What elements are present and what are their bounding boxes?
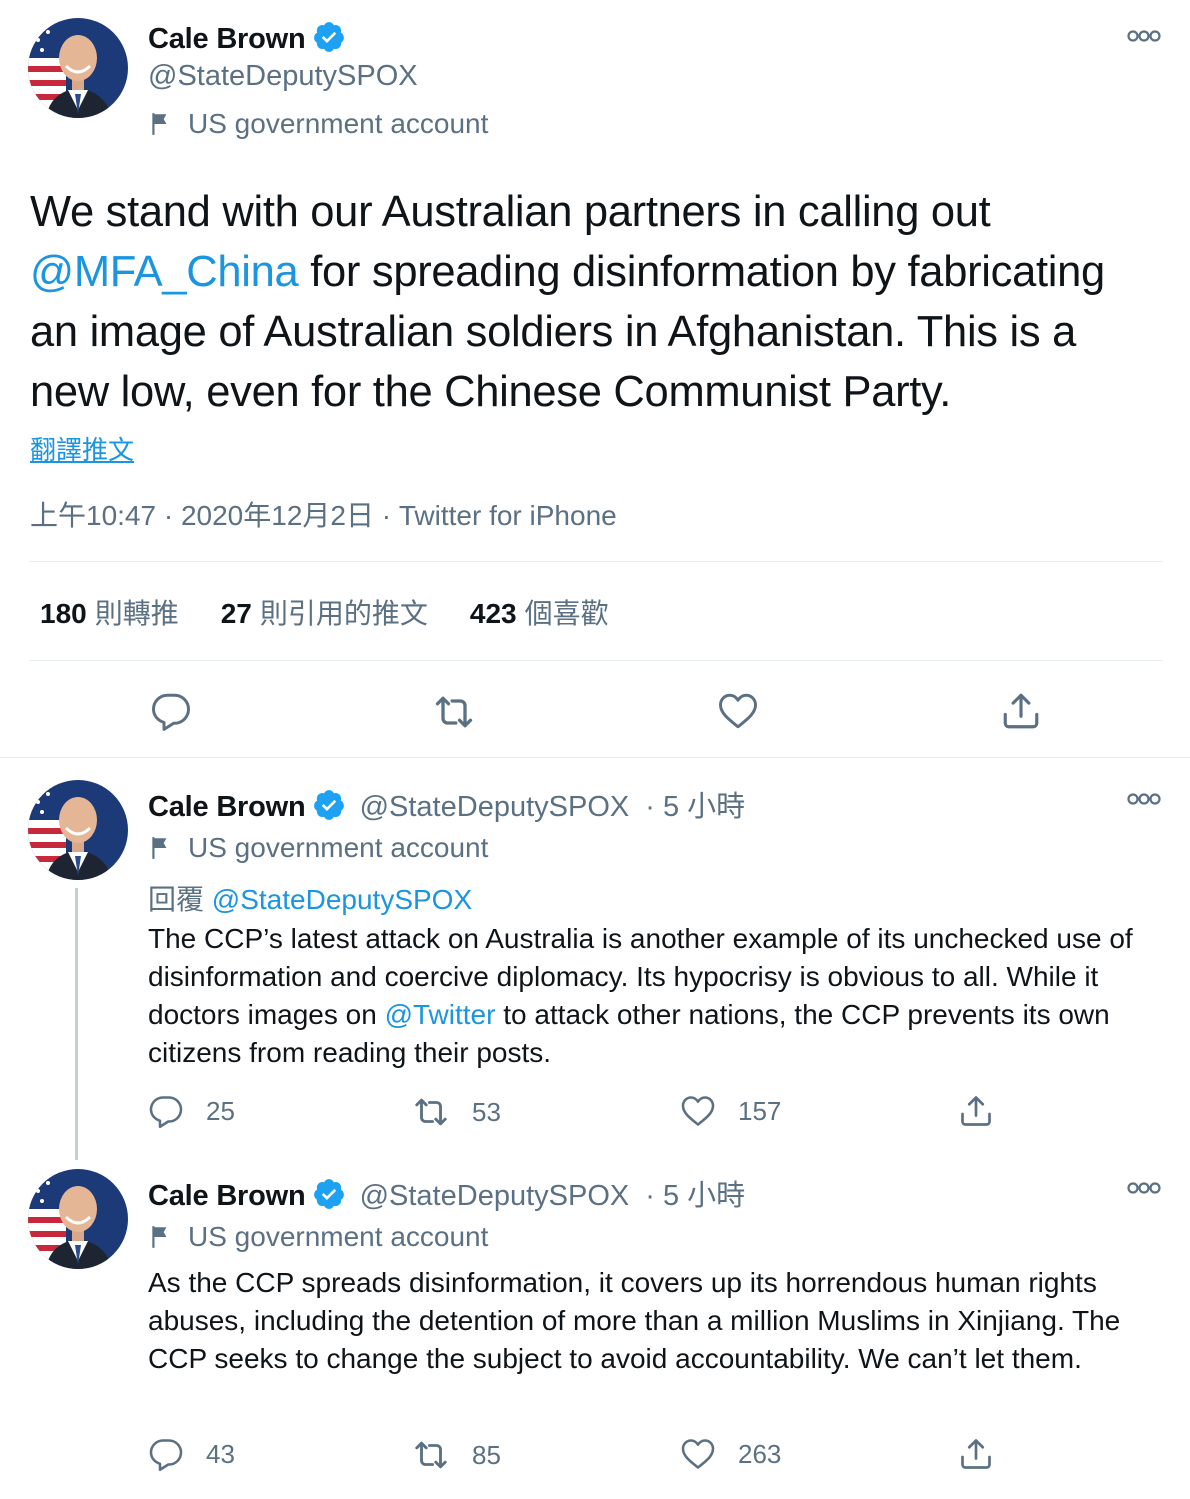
retweet-button[interactable] xyxy=(432,690,476,734)
replying-to: 回覆 @StateDeputySPOX xyxy=(148,878,472,918)
heart-icon xyxy=(680,1436,716,1472)
tweet-text: As the CCP spreads disinformation, it co… xyxy=(148,1267,1121,1374)
more-options-icon[interactable] xyxy=(1126,1178,1162,1198)
like-count: 157 xyxy=(738,1095,782,1126)
handle[interactable]: @StateDeputySPOX xyxy=(360,1180,630,1212)
thread-connector xyxy=(75,888,78,1160)
gov-label-text: US government account xyxy=(188,832,489,863)
retweet-button[interactable]: 85 xyxy=(412,1436,501,1474)
reply-button[interactable]: 25 xyxy=(148,1093,235,1129)
share-button[interactable] xyxy=(1000,690,1042,732)
tweet-text: We stand with our Australian partners in… xyxy=(30,182,1160,422)
heart-icon xyxy=(680,1093,716,1129)
verified-badge-icon xyxy=(312,20,346,54)
gov-label-text: US government account xyxy=(188,108,489,139)
retweet-count: 85 xyxy=(472,1439,501,1470)
quotes-count: 27 xyxy=(220,598,252,629)
quotes-stat[interactable]: 27 則引用的推文 xyxy=(221,592,428,632)
avatar[interactable] xyxy=(28,780,128,880)
quotes-label: 則引用的推文 xyxy=(259,598,428,629)
reply-count: 25 xyxy=(206,1095,235,1126)
flag-icon xyxy=(148,1224,174,1250)
timestamp[interactable]: · 5 小時 xyxy=(645,791,745,823)
divider xyxy=(30,561,1162,562)
tweet-text: The CCP’s latest attack on Australia is … xyxy=(148,920,1168,1072)
display-name[interactable]: Cale Brown xyxy=(148,23,306,55)
divider xyxy=(30,660,1162,661)
likes-label: 個喜歡 xyxy=(524,598,609,629)
like-button[interactable] xyxy=(717,690,759,732)
divider xyxy=(0,757,1190,758)
flag-icon xyxy=(148,111,174,137)
share-button[interactable] xyxy=(958,1436,994,1472)
like-button[interactable]: 157 xyxy=(680,1093,781,1129)
handle[interactable]: @StateDeputySPOX xyxy=(360,791,630,823)
avatar[interactable] xyxy=(28,1169,128,1269)
verified-badge-icon xyxy=(312,1177,346,1211)
avatar[interactable] xyxy=(28,18,128,118)
retweet-icon xyxy=(432,690,476,734)
reply-to-link[interactable]: @StateDeputySPOX xyxy=(212,884,472,915)
reply-icon xyxy=(150,690,192,732)
more-options-icon[interactable] xyxy=(1126,26,1162,46)
translate-tweet-link[interactable]: 翻譯推文 xyxy=(30,430,134,467)
retweets-stat[interactable]: 180 則轉推 xyxy=(40,592,179,632)
retweet-count: 53 xyxy=(472,1096,501,1127)
tweet-text-part: We stand with our Australian partners in… xyxy=(30,188,991,236)
share-button[interactable] xyxy=(958,1093,994,1129)
author-name-row: Cale Brown xyxy=(148,20,346,56)
reply-prefix: 回覆 xyxy=(148,884,205,915)
gov-label-text: US government account xyxy=(188,1221,489,1252)
flag-icon xyxy=(148,835,174,861)
verified-badge-icon xyxy=(312,788,346,822)
more-options-icon[interactable] xyxy=(1126,789,1162,809)
share-icon xyxy=(958,1093,994,1129)
reply-header: Cale Brown @StateDeputySPOX · 5 小時 xyxy=(148,1172,745,1214)
tweet-meta[interactable]: 上午10:47 · 2020年12月2日 · Twitter for iPhon… xyxy=(30,494,617,534)
reply-header: Cale Brown @StateDeputySPOX · 5 小時 xyxy=(148,783,745,825)
share-icon xyxy=(958,1436,994,1472)
mention-link[interactable]: @MFA_China xyxy=(30,248,299,296)
mention-link[interactable]: @Twitter xyxy=(385,999,496,1030)
likes-count: 423 xyxy=(469,598,517,629)
display-name[interactable]: Cale Brown xyxy=(148,1180,306,1212)
gov-account-label: US government account xyxy=(148,832,488,864)
display-name[interactable]: Cale Brown xyxy=(148,791,306,823)
heart-icon xyxy=(717,690,759,732)
retweets-count: 180 xyxy=(40,598,87,629)
retweets-label: 則轉推 xyxy=(94,598,179,629)
retweet-button[interactable]: 53 xyxy=(412,1093,501,1131)
reply-button[interactable]: 43 xyxy=(148,1436,235,1472)
gov-account-label: US government account xyxy=(148,108,488,140)
timestamp[interactable]: · 5 小時 xyxy=(645,1180,745,1212)
like-count: 263 xyxy=(738,1438,782,1469)
reply-count: 43 xyxy=(206,1438,235,1469)
gov-account-label: US government account xyxy=(148,1221,488,1253)
reply-icon xyxy=(148,1436,184,1472)
share-icon xyxy=(1000,690,1042,732)
reply-icon xyxy=(148,1093,184,1129)
handle[interactable]: @StateDeputySPOX xyxy=(148,60,418,93)
reply-button[interactable] xyxy=(150,690,192,732)
likes-stat[interactable]: 423 個喜歡 xyxy=(470,592,609,632)
like-button[interactable]: 263 xyxy=(680,1436,781,1472)
retweet-icon xyxy=(412,1436,450,1474)
retweet-icon xyxy=(412,1093,450,1131)
engagement-stats: 180 則轉推 27 則引用的推文 423 個喜歡 xyxy=(40,592,609,632)
